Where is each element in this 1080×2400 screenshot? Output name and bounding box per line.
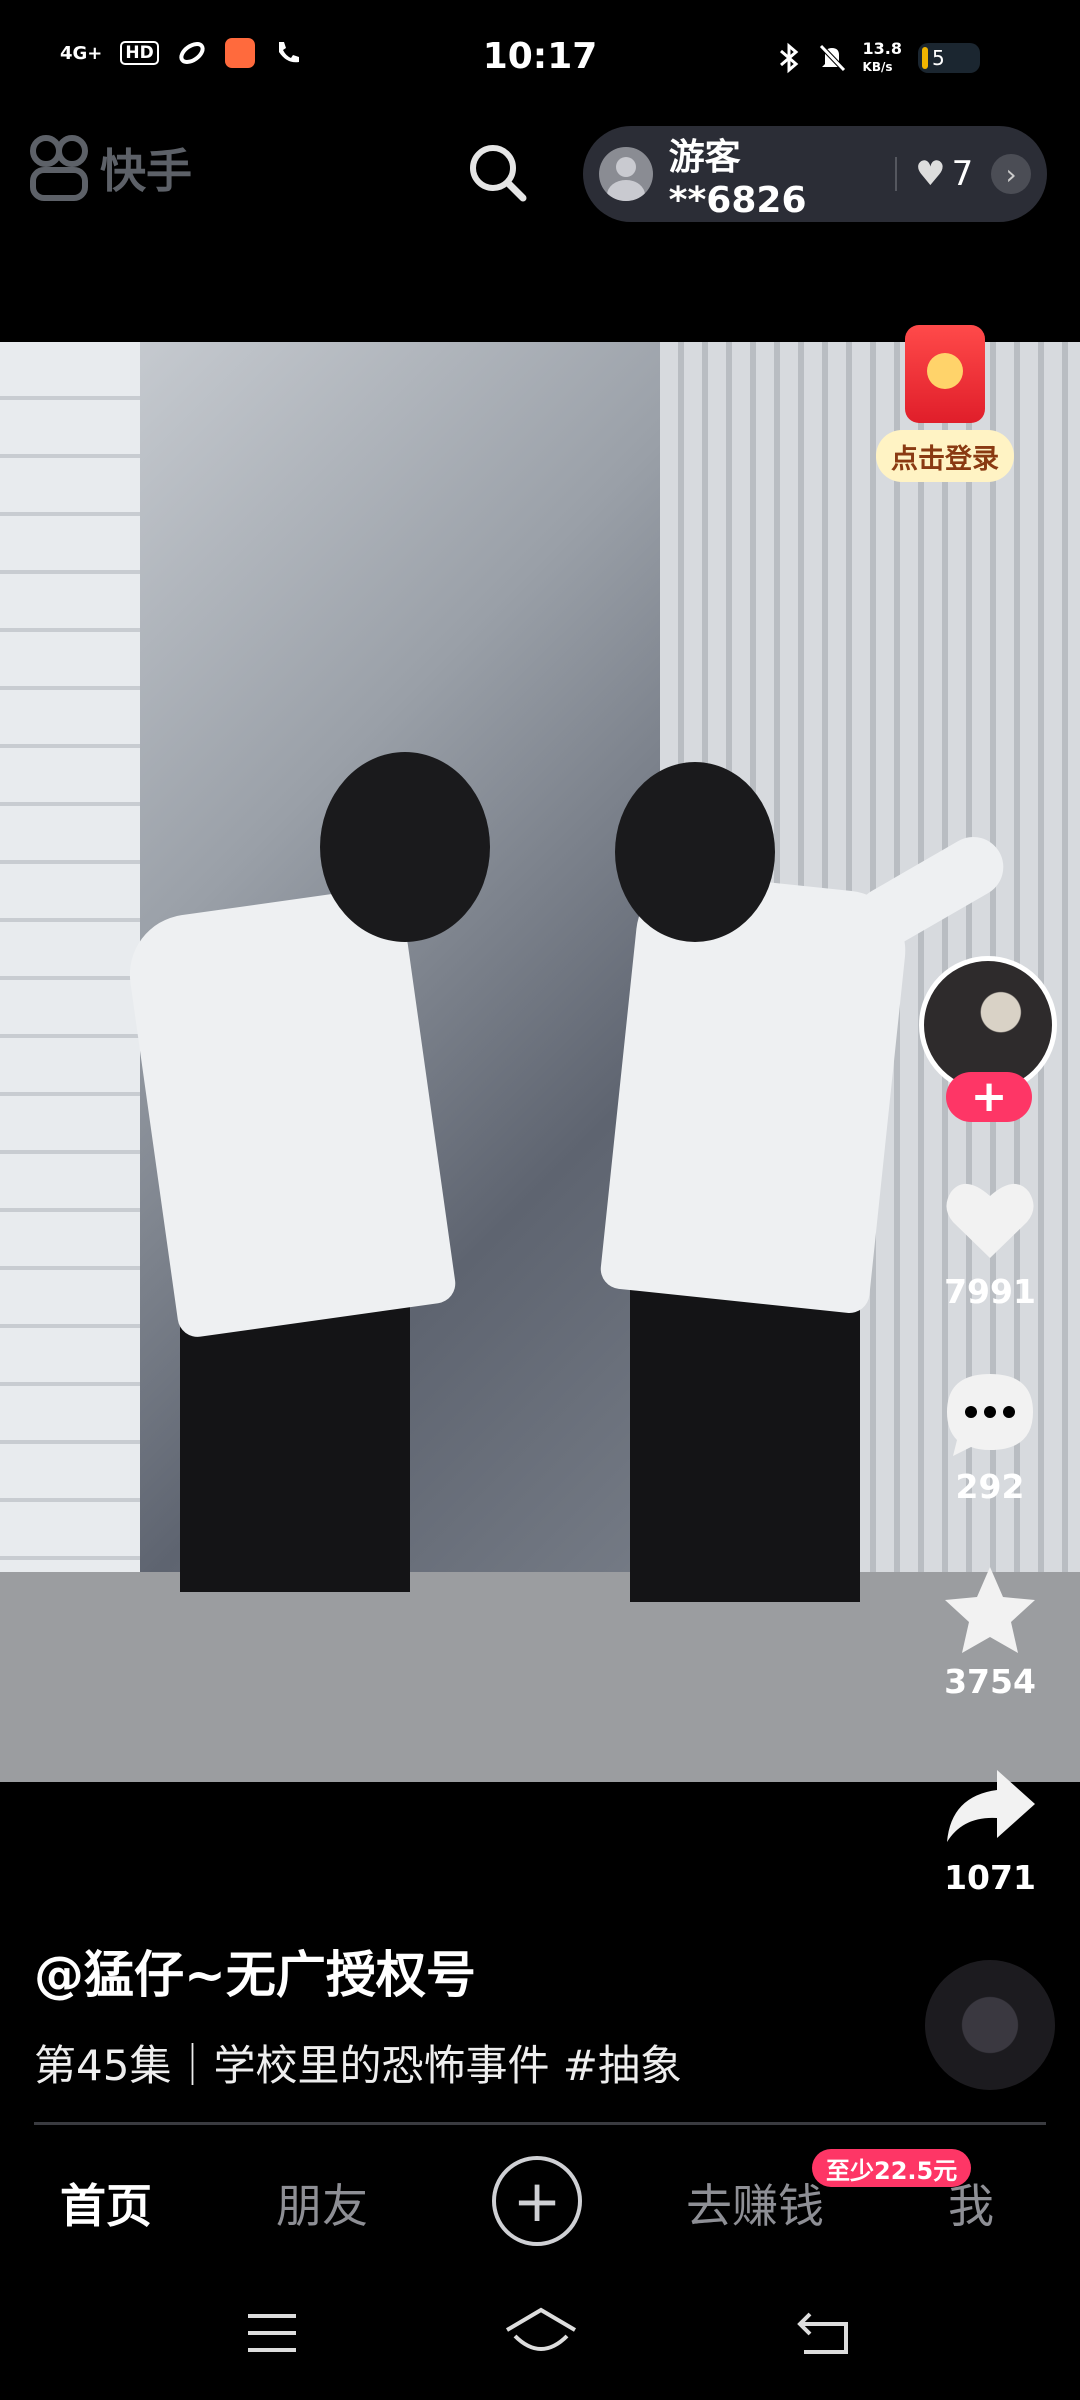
status-right: 13.8 KB/s 5 <box>777 40 980 76</box>
video-description[interactable]: 第45集｜学校里的恐怖事件 #抽象 <box>34 2032 682 2093</box>
heart-icon: ♥ <box>915 154 946 194</box>
video-floor <box>0 1572 1080 1782</box>
comment-action[interactable]: 292 <box>930 1365 1050 1506</box>
tab-home[interactable]: 首页 <box>60 2170 152 2236</box>
share-action[interactable]: 1071 <box>930 1756 1050 1897</box>
like-action[interactable]: 7991 <box>930 1170 1050 1311</box>
person-right-head <box>615 762 775 942</box>
pill-like-count: 7 <box>951 154 974 194</box>
comment-icon <box>930 1365 1050 1465</box>
person-left-body <box>122 884 458 1340</box>
menu-icon[interactable] <box>244 2310 300 2356</box>
caption-divider <box>34 2122 1046 2125</box>
search-icon[interactable] <box>465 140 529 204</box>
bottom-nav: 首页 朋友 + 去赚钱 至少22.5元 我 <box>0 2128 1080 2278</box>
heart-icon <box>930 1170 1050 1270</box>
favorite-count: 3754 <box>944 1662 1036 1701</box>
login-button[interactable]: 点击登录 <box>876 430 1014 482</box>
follow-button[interactable]: + <box>946 1072 1032 1122</box>
guest-avatar <box>599 147 653 201</box>
status-bar: 4G+ HD 10:17 13.8 KB/s 5 <box>0 0 1080 120</box>
mute-bell-icon <box>818 44 846 72</box>
guest-user-pill[interactable]: 游客**6826 ♥ 7 › <box>583 126 1047 222</box>
tab-friends[interactable]: 朋友 <box>276 2170 368 2236</box>
speed-unit: KB/s <box>862 60 893 74</box>
share-count: 1071 <box>944 1858 1036 1897</box>
red-packet-icon[interactable] <box>905 325 985 423</box>
logo-text: 快手 <box>100 144 192 198</box>
video-player[interactable] <box>0 342 1080 1782</box>
star-icon <box>930 1560 1050 1660</box>
comment-count: 292 <box>955 1467 1025 1506</box>
share-icon <box>930 1756 1050 1856</box>
person-left-head <box>320 752 490 942</box>
video-wall <box>0 342 140 1782</box>
guest-username: 游客**6826 <box>668 136 807 221</box>
kuaishou-logo-icon <box>30 135 88 201</box>
pill-divider <box>895 157 898 191</box>
network-speed: 13.8 KB/s <box>863 40 902 76</box>
like-count: 7991 <box>944 1272 1036 1311</box>
chevron-right-icon[interactable]: › <box>991 154 1031 194</box>
kuaishou-logo[interactable]: 快手 <box>30 135 192 201</box>
tab-me[interactable]: 我 <box>948 2170 994 2236</box>
create-post-button[interactable]: + <box>492 2156 582 2246</box>
system-nav-bar <box>0 2280 1080 2400</box>
speed-value: 13.8 <box>862 39 902 58</box>
battery-indicator: 5 <box>918 43 980 73</box>
back-icon[interactable] <box>796 2310 852 2356</box>
battery-level: 5 <box>932 46 945 70</box>
favorite-action[interactable]: 3754 <box>930 1560 1050 1701</box>
home-icon[interactable] <box>503 2306 579 2358</box>
music-disc[interactable] <box>925 1960 1055 2090</box>
tab-earn[interactable]: 去赚钱 <box>686 2170 824 2236</box>
author-name[interactable]: @猛仔~无广授权号 <box>34 1935 476 2007</box>
bluetooth-icon <box>779 42 798 74</box>
